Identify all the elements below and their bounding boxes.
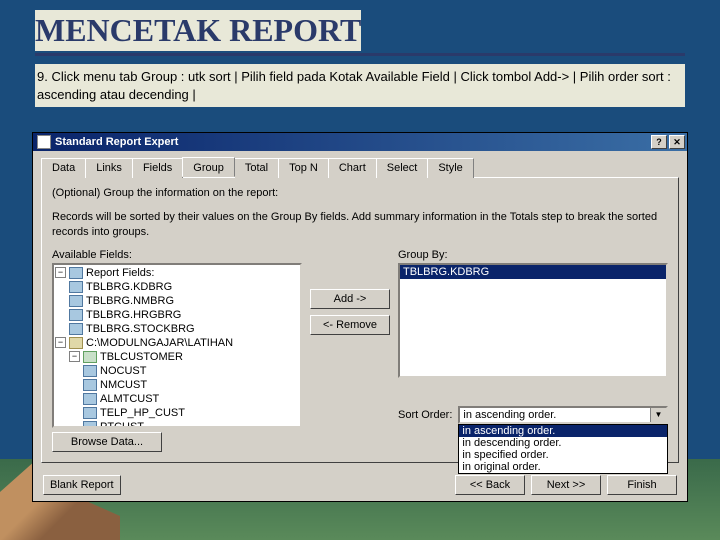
- tree-field[interactable]: TBLBRG.NMBRG: [86, 295, 174, 307]
- column-icon: [83, 379, 97, 391]
- tree-field[interactable]: TBLBRG.HRGBRG: [86, 309, 181, 321]
- tab-fields[interactable]: Fields: [132, 158, 183, 178]
- tree-field[interactable]: TBLBRG.STOCKBRG: [86, 323, 195, 335]
- field-icon: [69, 295, 83, 307]
- field-icon: [69, 323, 83, 335]
- database-icon: [69, 337, 83, 349]
- title-underline: [35, 53, 685, 56]
- groupby-item[interactable]: TBLBRG.KDBRG: [400, 265, 666, 279]
- tree-root[interactable]: Report Fields:: [86, 267, 154, 279]
- collapse-icon[interactable]: −: [69, 351, 80, 362]
- collapse-icon[interactable]: −: [55, 337, 66, 348]
- dialog-window: Standard Report Expert ? ✕ Data Links Fi…: [32, 132, 688, 502]
- slide-title: MENCETAK REPORT: [35, 10, 361, 51]
- tab-total[interactable]: Total: [234, 158, 279, 178]
- available-fields-label: Available Fields:: [52, 249, 302, 261]
- sort-option[interactable]: in descending order.: [459, 437, 667, 449]
- sort-option[interactable]: in original order.: [459, 461, 667, 473]
- tab-strip: Data Links Fields Group Total Top N Char…: [41, 157, 679, 177]
- column-icon: [83, 407, 97, 419]
- help-button[interactable]: ?: [651, 135, 667, 149]
- sort-option[interactable]: in specified order.: [459, 449, 667, 461]
- sort-order-options[interactable]: in ascending order. in descending order.…: [458, 424, 668, 474]
- column-icon: [83, 365, 97, 377]
- titlebar: Standard Report Expert ? ✕: [33, 133, 687, 151]
- column-icon: [83, 393, 97, 405]
- add-button[interactable]: Add ->: [310, 289, 390, 309]
- sort-order-dropdown[interactable]: in ascending order. ▼: [458, 406, 668, 424]
- close-button[interactable]: ✕: [669, 135, 685, 149]
- tab-links[interactable]: Links: [85, 158, 133, 178]
- tree-col[interactable]: TELP_HP_CUST: [100, 407, 185, 419]
- browse-data-button[interactable]: Browse Data...: [52, 432, 162, 452]
- sort-order-value: in ascending order.: [463, 409, 556, 421]
- tree-table[interactable]: TBLCUSTOMER: [100, 351, 183, 363]
- dialog-title: Standard Report Expert: [55, 136, 651, 148]
- back-button[interactable]: << Back: [455, 475, 525, 495]
- app-icon: [37, 135, 51, 149]
- sort-option[interactable]: in ascending order.: [459, 425, 667, 437]
- field-icon: [69, 281, 83, 293]
- tab-topn[interactable]: Top N: [278, 158, 329, 178]
- field-icon: [69, 309, 83, 321]
- sort-order-label: Sort Order:: [398, 409, 452, 421]
- remove-button[interactable]: <- Remove: [310, 315, 390, 335]
- tab-data[interactable]: Data: [41, 158, 86, 178]
- tree-field[interactable]: TBLBRG.KDBRG: [86, 281, 172, 293]
- next-button[interactable]: Next >>: [531, 475, 601, 495]
- slide-instruction: 9. Click menu tab Group : utk sort | Pil…: [35, 64, 685, 107]
- tree-db[interactable]: C:\MODULNGAJAR\LATIHAN: [86, 337, 233, 349]
- tab-panel: (Optional) Group the information on the …: [41, 177, 679, 463]
- help-text-1: (Optional) Group the information on the …: [52, 186, 668, 200]
- tab-chart[interactable]: Chart: [328, 158, 377, 178]
- finish-button[interactable]: Finish: [607, 475, 677, 495]
- report-fields-icon: [69, 267, 83, 279]
- collapse-icon[interactable]: −: [55, 267, 66, 278]
- tree-col[interactable]: NMCUST: [100, 379, 147, 391]
- help-text-2: Records will be sorted by their values o…: [52, 210, 668, 239]
- table-icon: [83, 351, 97, 363]
- chevron-down-icon: ▼: [650, 408, 666, 422]
- available-fields-listbox[interactable]: − Report Fields: TBLBRG.KDBRG TBLBRG.NMBR…: [52, 263, 302, 428]
- tree-col[interactable]: ALMTCUST: [100, 393, 159, 405]
- groupby-listbox[interactable]: TBLBRG.KDBRG: [398, 263, 668, 378]
- tab-group[interactable]: Group: [182, 157, 235, 177]
- tree-col[interactable]: NOCUST: [100, 365, 146, 377]
- groupby-label: Group By:: [398, 249, 668, 261]
- column-icon: [83, 421, 97, 428]
- tab-select[interactable]: Select: [376, 158, 429, 178]
- tree-col[interactable]: PTCUST: [100, 421, 144, 428]
- blank-report-button[interactable]: Blank Report: [43, 475, 121, 495]
- tab-style[interactable]: Style: [427, 158, 473, 178]
